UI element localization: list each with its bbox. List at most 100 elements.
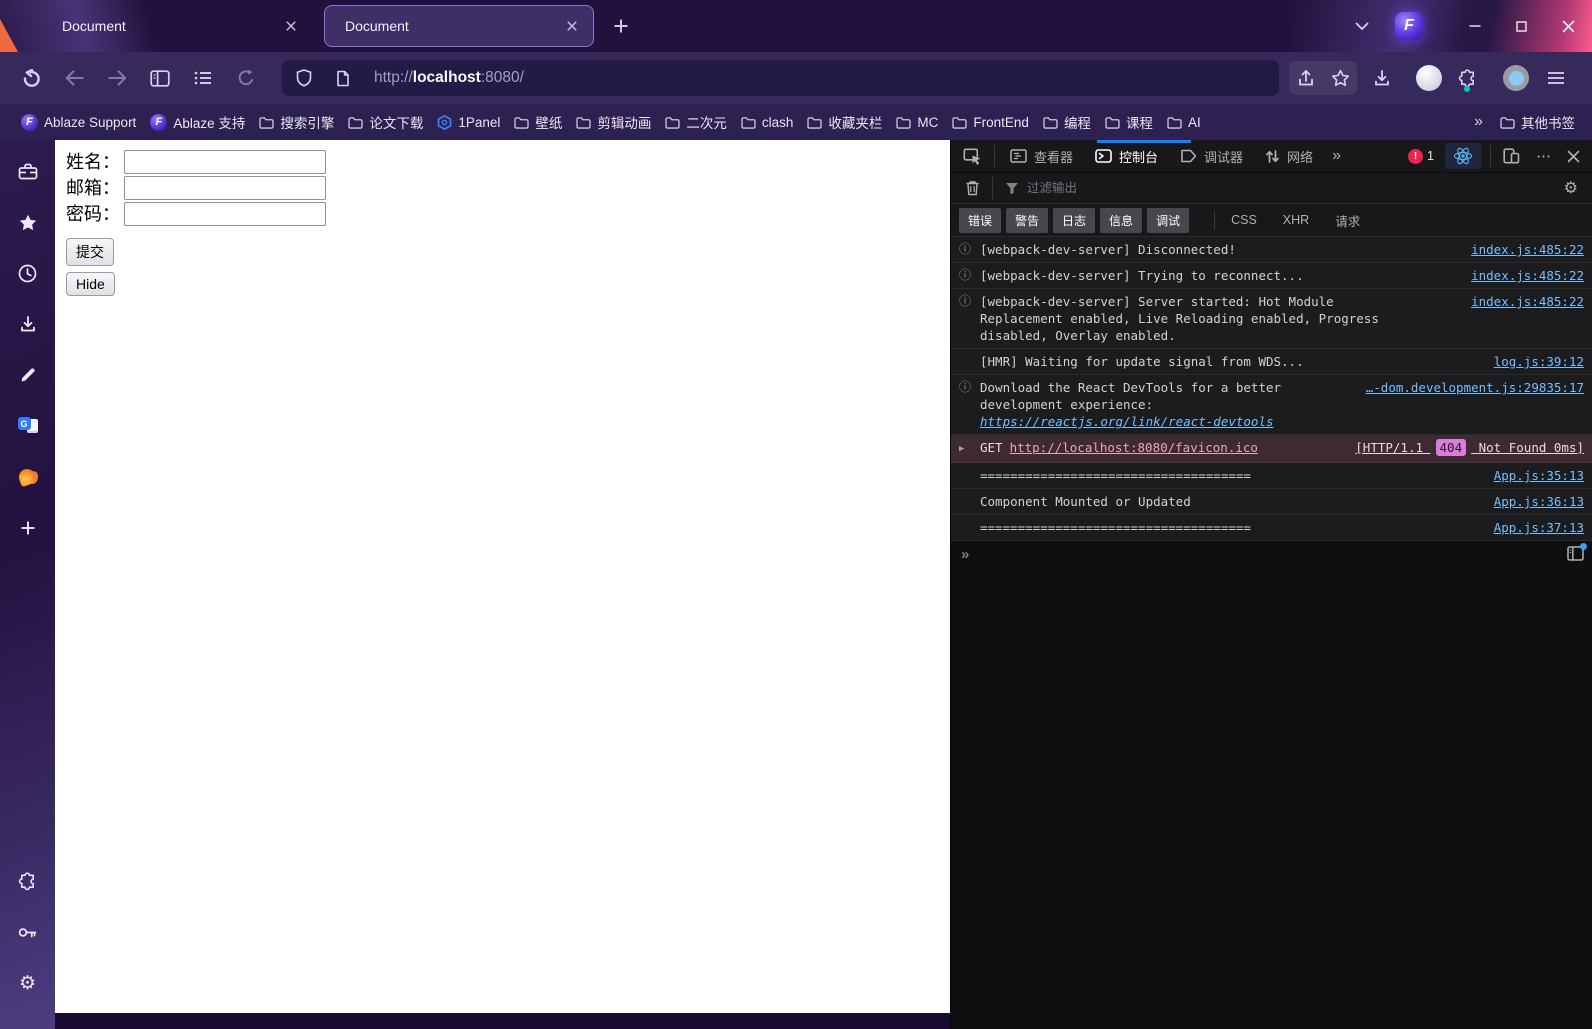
sidebar-flame-button[interactable] [11,460,45,494]
bookmark-item[interactable]: 1Panel [430,112,507,133]
bookmark-item[interactable]: 壁纸 [507,109,569,135]
console-filter-input[interactable] [1027,181,1556,195]
type-filter-button[interactable]: 请求 [1335,211,1360,230]
level-filter-button[interactable]: 警告 [1006,208,1048,233]
bookmark-item[interactable]: FAblaze Support [14,111,143,134]
shield-icon[interactable] [296,69,324,87]
bookmark-item[interactable]: clash [734,112,801,133]
message-link[interactable]: https://reactjs.org/link/react-devtools [980,414,1274,429]
bookmark-item[interactable]: FrontEnd [945,112,1036,133]
undo-icon[interactable] [14,61,48,95]
network-status-link[interactable]: [HTTP/1.1 404 Not Found 0ms] [1343,439,1584,456]
devtools-menu-icon[interactable]: ⋯ [1528,140,1559,172]
type-filter-button[interactable]: CSS [1231,213,1257,227]
split-console-icon[interactable] [1567,546,1584,564]
bookmark-item[interactable]: 课程 [1098,109,1160,135]
minimize-icon [1469,20,1481,32]
bookmark-other-bookmarks[interactable]: 其他书签 [1493,109,1582,135]
submit-button[interactable]: 提交 [66,238,114,266]
bookmark-star-icon[interactable] [1323,61,1357,95]
bookmark-item[interactable]: 搜索引擎 [252,109,341,135]
console-command-line[interactable]: » [951,541,1592,568]
bookmark-item[interactable]: 收藏夹栏 [800,109,889,135]
source-location-link[interactable]: log.js:39:12 [1482,353,1584,370]
network-url-link[interactable]: http://localhost:8080/favicon.ico [1010,439,1258,456]
devtools-close-icon[interactable] [1559,140,1588,172]
level-filter-button[interactable]: 调试 [1147,208,1189,233]
bookmark-item[interactable]: 编程 [1036,109,1098,135]
source-location-link[interactable]: index.js:485:22 [1459,241,1584,258]
bookmark-item[interactable]: FAblaze 支持 [143,109,252,135]
source-location-link[interactable]: App.js:37:13 [1482,519,1584,536]
list-all-tabs-button[interactable] [1345,9,1379,43]
bookmark-item[interactable]: MC [889,112,945,133]
window-maximize-button[interactable] [1498,0,1545,52]
source-location-link[interactable]: App.js:35:13 [1482,467,1584,484]
sidebar-key-button[interactable] [11,915,45,949]
back-icon[interactable] [57,61,91,95]
bookmark-item[interactable]: 剪辑动画 [569,109,658,135]
pick-element-icon[interactable] [955,140,990,172]
devtools-tab-debugger[interactable]: 调试器 [1169,140,1254,172]
level-filter-button[interactable]: 信息 [1100,208,1142,233]
email-field[interactable] [124,176,326,200]
source-location-link[interactable]: index.js:485:22 [1459,267,1584,284]
source-location-link[interactable]: App.js:36:13 [1482,493,1584,510]
window-minimize-button[interactable] [1451,0,1498,52]
sidebar-star-filled-button[interactable] [11,205,45,239]
source-location-link[interactable]: index.js:485:22 [1459,293,1584,310]
tab-1[interactable]: Document [42,0,312,52]
more-tools-chevron-icon[interactable]: » [1324,140,1349,172]
sidebar-download-button[interactable] [11,307,45,341]
main-row: G⚙ 姓名：邮箱：密码： 提交 Hide 查看器控制台调试器网络 » ! 1 [0,140,1592,1029]
account-icon[interactable] [1503,65,1529,91]
devtools-tab-network[interactable]: 网络 [1254,140,1324,172]
error-count-button[interactable]: ! 1 [1402,140,1440,172]
share-icon[interactable] [1289,61,1323,95]
console-message-text: Component Mounted or Updated [980,493,1191,510]
bookmark-label: clash [762,115,794,130]
reading-list-icon[interactable] [186,61,220,95]
forward-icon[interactable] [100,61,134,95]
bookmarks-overflow-chevron-icon[interactable]: » [1464,113,1493,131]
page-info-icon[interactable] [336,70,362,87]
clear-console-trash-icon[interactable] [957,173,988,203]
sidebar-clock-button[interactable] [11,256,45,290]
reload-icon[interactable] [229,61,263,95]
sidebar-plus-button[interactable] [11,511,45,545]
source-location-link[interactable]: …-dom.development.js:29835:17 [1354,379,1584,396]
expand-arrow-icon[interactable]: ▶ [959,439,980,458]
app-menu-icon[interactable] [1539,61,1573,95]
sidebar-gear-button[interactable]: ⚙ [11,966,45,1000]
tab-2-active[interactable]: Document [324,5,594,47]
url-bar[interactable]: http://localhost:8080/ [282,60,1279,96]
bookmark-item[interactable]: AI [1160,112,1208,133]
responsive-design-icon[interactable] [1495,140,1528,172]
sidebar-puzzle-button[interactable] [11,864,45,898]
devtools-tab-console[interactable]: 控制台 [1084,140,1169,172]
devtools-tab-inspector[interactable]: 查看器 [999,140,1084,172]
extensions-puzzle-icon[interactable] [1450,61,1484,95]
level-filter-button[interactable]: 错误 [959,208,1001,233]
new-tab-button[interactable] [604,9,638,43]
level-filter-button[interactable]: 日志 [1053,208,1095,233]
hide-button[interactable]: Hide [66,272,115,296]
bookmark-item[interactable]: 二次元 [658,109,734,135]
error-badge-icon: ! [1408,149,1423,164]
window-close-button[interactable] [1545,0,1592,52]
react-devtools-icon[interactable] [1445,143,1481,169]
downloads-icon[interactable] [1365,61,1399,95]
tab-close-icon[interactable] [561,15,583,37]
tab-close-icon[interactable] [280,15,302,37]
sidebar-toggle-icon[interactable] [143,61,177,95]
bookmark-item[interactable]: 论文下载 [341,109,430,135]
sidebar-translate-button[interactable]: G [11,409,45,443]
console-settings-gear-icon[interactable]: ⚙ [1556,173,1586,203]
type-filter-button[interactable]: XHR [1283,213,1309,227]
password-field[interactable] [124,202,326,226]
extension-avatar-icon[interactable] [1416,65,1442,91]
console-icon [1095,149,1112,163]
sidebar-pencil-button[interactable] [11,358,45,392]
name-field[interactable] [124,150,326,174]
sidebar-toolbox-button[interactable] [11,154,45,188]
